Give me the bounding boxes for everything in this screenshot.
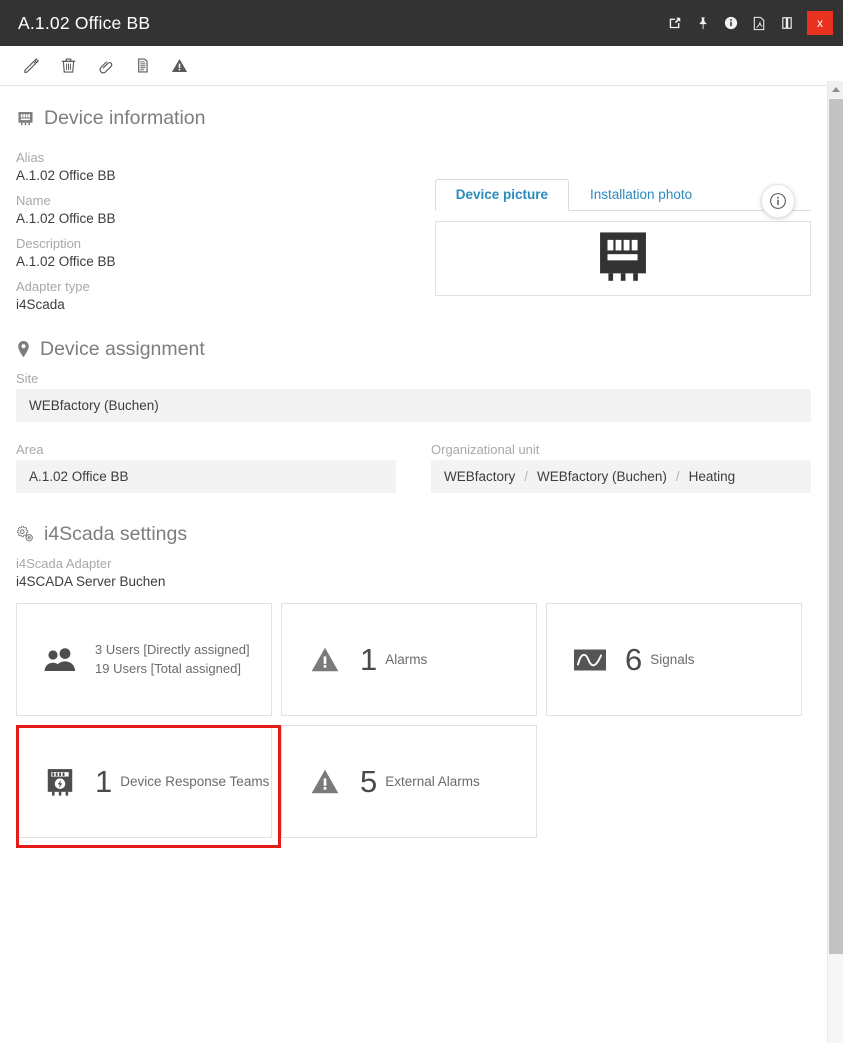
device-meter-icon xyxy=(16,109,35,128)
popout-icon[interactable] xyxy=(663,8,687,38)
adapter-type-label: Adapter type xyxy=(16,279,417,294)
edit-button[interactable] xyxy=(14,51,48,81)
details-info-button[interactable] xyxy=(761,184,795,218)
device-information-body: Alias A.1.02 Office BB Name A.1.02 Offic… xyxy=(16,140,811,314)
device-details-window: A.1.02 Office BB xyxy=(0,0,843,1043)
collapse-panel-icon[interactable] xyxy=(775,8,799,38)
i4scada-settings-heading: i4Scada settings xyxy=(16,523,811,546)
card-device-response-teams-label: Device Response Teams xyxy=(120,772,269,792)
i4scada-adapter-label: i4Scada Adapter xyxy=(16,556,811,571)
card-signals-label: Signals xyxy=(650,650,694,670)
close-button[interactable]: x xyxy=(807,11,833,35)
alarm-button[interactable] xyxy=(162,51,196,81)
card-slot-users: 3 Users [Directly assigned] 19 Users [To… xyxy=(16,603,281,725)
card-alarms-label: Alarms xyxy=(385,650,427,670)
device-picture-box xyxy=(435,221,811,296)
name-value: A.1.02 Office BB xyxy=(16,211,417,226)
card-users-line-1: 19 Users [Total assigned] xyxy=(95,660,250,679)
breadcrumb-item-2: Heating xyxy=(689,469,736,484)
org-unit-group: Organizational unit WEBfactory / WEBfact… xyxy=(431,422,811,493)
card-slot-external-alarms: 5 External Alarms xyxy=(281,725,546,847)
card-slot-signals: 6 Signals xyxy=(546,603,811,725)
org-unit-value[interactable]: WEBfactory / WEBfactory (Buchen) / Heati… xyxy=(431,460,811,493)
site-label: Site xyxy=(16,371,811,386)
link-button[interactable] xyxy=(88,51,122,81)
card-external-alarms[interactable]: 5 External Alarms xyxy=(281,725,537,838)
breadcrumb-item-1: WEBfactory (Buchen) xyxy=(537,469,667,484)
details-content: Device information Alias A.1.02 Office B… xyxy=(0,87,827,1043)
duplicate-button[interactable] xyxy=(125,51,159,81)
alias-value: A.1.02 Office BB xyxy=(16,168,417,183)
signal-wave-icon xyxy=(569,647,611,673)
i4scada-settings-title: i4Scada settings xyxy=(44,523,187,546)
delete-button[interactable] xyxy=(51,51,85,81)
card-users-line-0: 3 Users [Directly assigned] xyxy=(95,641,250,660)
titlebar-actions: x xyxy=(663,0,843,46)
scrollbar-thumb[interactable] xyxy=(829,99,843,954)
breadcrumb-separator: / xyxy=(676,469,680,484)
device-response-icon xyxy=(39,765,81,799)
alias-label: Alias xyxy=(16,150,417,165)
breadcrumb-item-0: WEBfactory xyxy=(444,469,515,484)
pin-icon[interactable] xyxy=(691,8,715,38)
gears-icon xyxy=(16,525,35,544)
tab-installation-photo[interactable]: Installation photo xyxy=(569,179,713,211)
location-pin-icon xyxy=(16,340,31,359)
assignment-row: Area A.1.02 Office BB Organizational uni… xyxy=(16,422,811,493)
card-external-alarms-label: External Alarms xyxy=(385,772,480,792)
warning-triangle-icon xyxy=(304,766,346,797)
warning-triangle-icon xyxy=(304,644,346,675)
card-device-response-teams[interactable]: 1 Device Response Teams xyxy=(16,725,272,838)
device-assignment-title: Device assignment xyxy=(40,338,205,361)
card-slot-alarms: 1 Alarms xyxy=(281,603,546,725)
window-title: A.1.02 Office BB xyxy=(18,13,663,34)
pdf-export-icon[interactable] xyxy=(747,8,771,38)
chevron-up-icon xyxy=(832,87,840,92)
area-value[interactable]: A.1.02 Office BB xyxy=(16,460,396,493)
stat-cards: 3 Users [Directly assigned] 19 Users [To… xyxy=(16,603,811,847)
device-information-fields: Alias A.1.02 Office BB Name A.1.02 Offic… xyxy=(16,140,417,314)
card-alarms-number: 1 xyxy=(360,644,377,675)
breadcrumb-separator: / xyxy=(524,469,528,484)
card-signals-number: 6 xyxy=(625,644,642,675)
window-titlebar: A.1.02 Office BB xyxy=(0,0,843,46)
scroll-up-arrow[interactable] xyxy=(828,81,843,98)
action-toolbar xyxy=(0,46,843,86)
name-label: Name xyxy=(16,193,417,208)
description-value: A.1.02 Office BB xyxy=(16,254,417,269)
card-device-response-teams-number: 1 xyxy=(95,766,112,797)
device-assignment-heading: Device assignment xyxy=(16,338,811,361)
content-scrollbar[interactable] xyxy=(827,81,843,1043)
card-users-text: 3 Users [Directly assigned] 19 Users [To… xyxy=(95,641,250,679)
device-picture-meter-icon xyxy=(592,225,654,292)
card-users[interactable]: 3 Users [Directly assigned] 19 Users [To… xyxy=(16,603,272,716)
picture-tabs: Device picture Installation photo xyxy=(435,178,811,211)
card-external-alarms-number: 5 xyxy=(360,766,377,797)
site-value[interactable]: WEBfactory (Buchen) xyxy=(16,389,811,422)
adapter-type-value: i4Scada xyxy=(16,297,417,312)
org-unit-label: Organizational unit xyxy=(431,442,811,457)
info-icon[interactable] xyxy=(719,8,743,38)
users-icon xyxy=(39,646,81,674)
device-information-heading: Device information xyxy=(16,107,811,130)
device-information-title: Device information xyxy=(44,107,205,130)
area-group: Area A.1.02 Office BB xyxy=(16,422,396,493)
tab-device-picture[interactable]: Device picture xyxy=(435,179,569,211)
area-label: Area xyxy=(16,442,396,457)
i4scada-adapter-value: i4SCADA Server Buchen xyxy=(16,574,811,589)
device-picture-panel: Device picture Installation photo xyxy=(435,178,811,314)
card-alarms[interactable]: 1 Alarms xyxy=(281,603,537,716)
description-label: Description xyxy=(16,236,417,251)
card-signals[interactable]: 6 Signals xyxy=(546,603,802,716)
card-slot-device-response-teams: 1 Device Response Teams xyxy=(16,725,281,847)
